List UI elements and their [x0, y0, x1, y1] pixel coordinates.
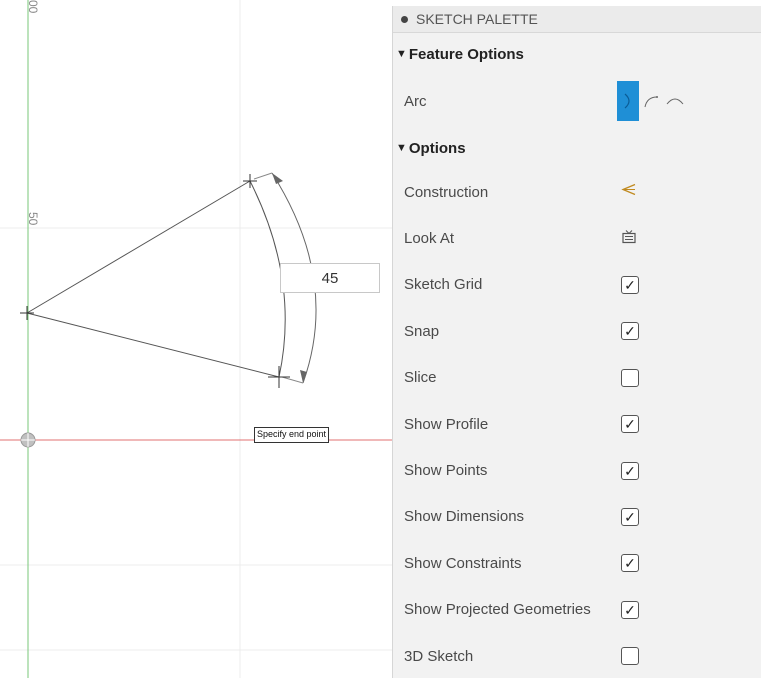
- expand-triangle-icon[interactable]: ▼: [396, 142, 407, 154]
- section-feature-options[interactable]: ▼ Feature Options: [393, 33, 761, 75]
- show-dimensions-checkbox[interactable]: ✓: [621, 507, 639, 526]
- row-look-at: Look At: [393, 215, 761, 261]
- slice-checkbox[interactable]: [621, 368, 639, 387]
- row-label: Show Dimensions: [404, 508, 525, 526]
- row-construction: Construction: [393, 169, 761, 215]
- axis-tick-label: 00: [26, 0, 40, 14]
- arc-type-three-point-button[interactable]: [617, 81, 639, 121]
- palette-title: SKETCH PALETTE: [416, 11, 538, 27]
- sketch-canvas[interactable]: 50 00 45 Specify end point: [0, 0, 392, 678]
- arc-radius-line-2: [26, 312, 280, 378]
- row-label: Show Projected Geometries: [404, 601, 591, 619]
- row-label: Slice: [404, 369, 437, 387]
- arc-radius-line-1: [26, 180, 251, 314]
- cursor-tooltip: Specify end point: [254, 427, 330, 443]
- angle-dimension-input[interactable]: 45: [280, 263, 380, 293]
- 3d-sketch-checkbox[interactable]: [621, 647, 639, 666]
- row-show-projected-geometries: Show Projected Geometries ✓: [393, 587, 761, 633]
- section-title: Options: [408, 139, 466, 157]
- row-show-profile: Show Profile ✓: [393, 401, 761, 447]
- arc-tangent-icon[interactable]: [665, 94, 685, 108]
- row-label: Show Points: [404, 462, 488, 480]
- sketch-drawing[interactable]: [0, 0, 392, 678]
- show-profile-checkbox[interactable]: ✓: [621, 415, 639, 434]
- palette-header[interactable]: SKETCH PALETTE: [393, 6, 761, 33]
- expand-triangle-icon[interactable]: ▼: [396, 48, 407, 60]
- show-constraints-checkbox[interactable]: ✓: [621, 554, 639, 573]
- row-3d-sketch: 3D Sketch: [393, 633, 761, 679]
- arc-three-point-icon: [624, 93, 630, 109]
- row-slice: Slice: [393, 355, 761, 401]
- row-snap: Snap ✓: [393, 308, 761, 354]
- show-points-checkbox[interactable]: ✓: [621, 461, 639, 480]
- row-label: Show Profile: [404, 415, 489, 433]
- row-show-constraints: Show Constraints ✓: [393, 540, 761, 586]
- show-projected-geometries-checkbox[interactable]: ✓: [621, 600, 639, 619]
- row-sketch-grid: Sketch Grid ✓: [393, 262, 761, 308]
- row-label: 3D Sketch: [404, 647, 474, 665]
- section-options[interactable]: ▼ Options: [393, 127, 761, 169]
- row-label: Show Constraints: [404, 554, 522, 572]
- row-label: Arc: [404, 92, 427, 110]
- row-label: Look At: [404, 230, 455, 248]
- axis-tick-label: 50: [26, 212, 40, 226]
- arc-center-point-icon[interactable]: [643, 94, 661, 108]
- row-label: Sketch Grid: [404, 276, 483, 294]
- section-title: Feature Options: [408, 45, 524, 63]
- look-at-icon[interactable]: [621, 228, 637, 249]
- row-show-points: Show Points ✓: [393, 447, 761, 493]
- row-arc: Arc: [393, 75, 761, 127]
- sketch-grid-checkbox[interactable]: ✓: [621, 275, 639, 294]
- row-show-dimensions: Show Dimensions ✓: [393, 494, 761, 540]
- collapse-dot-icon[interactable]: [401, 15, 408, 23]
- snap-checkbox[interactable]: ✓: [621, 322, 639, 341]
- sketch-palette: SKETCH PALETTE ▼ Feature Options Arc ▼ O…: [392, 6, 761, 678]
- row-label: Snap: [404, 322, 440, 340]
- row-label: Construction: [404, 183, 489, 201]
- construction-icon[interactable]: [621, 183, 637, 202]
